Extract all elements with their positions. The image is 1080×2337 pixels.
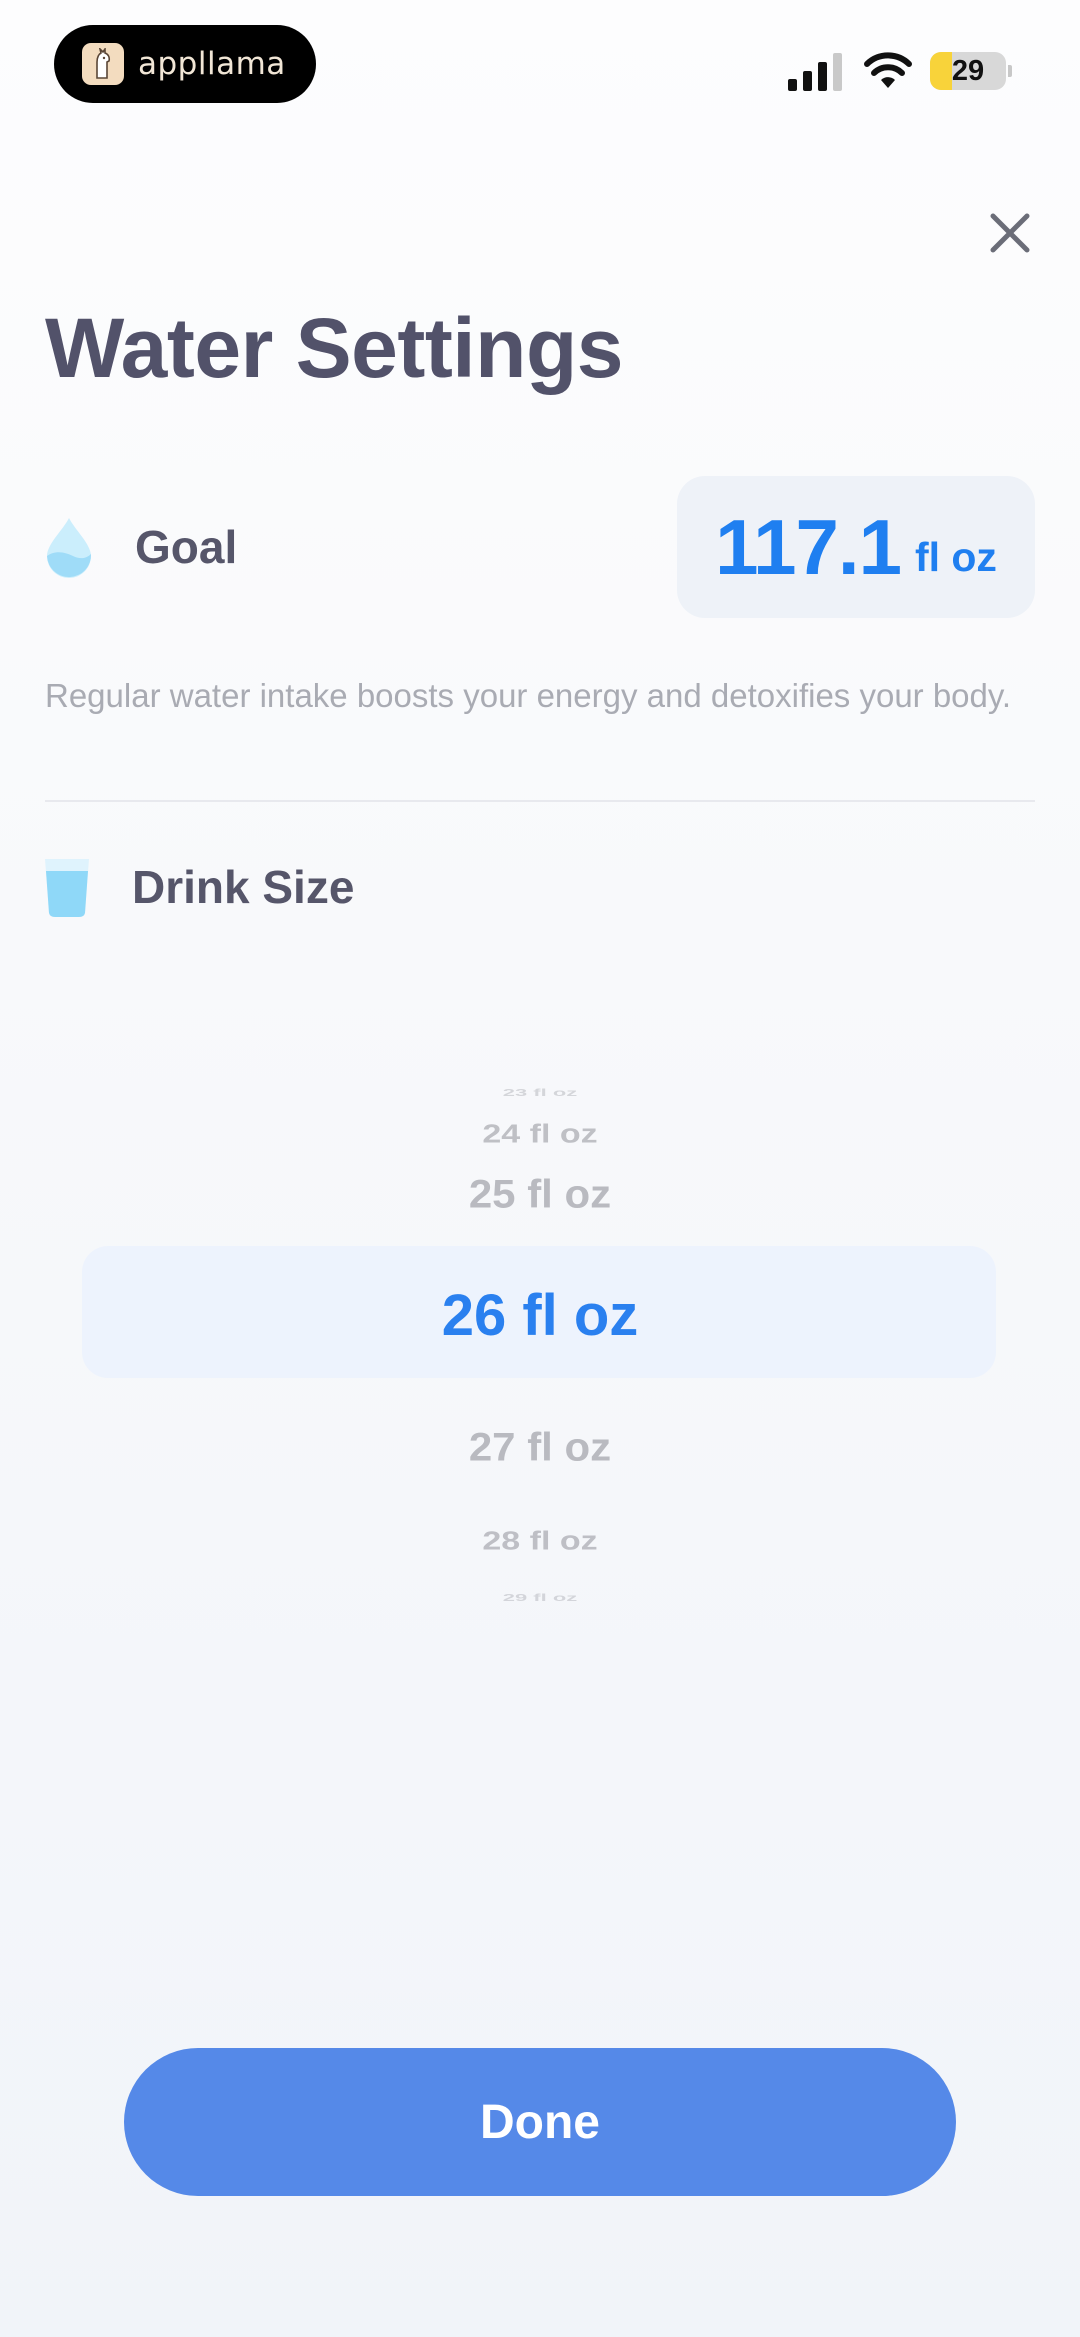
goal-unit: fl oz: [914, 533, 997, 580]
goal-row: Goal 117.1 fl oz: [45, 476, 1035, 620]
goal-label: Goal: [135, 521, 238, 573]
goal-description: Regular water intake boosts your energy …: [45, 677, 1012, 714]
divider: [45, 800, 1035, 802]
close-icon: [990, 213, 1030, 253]
picker-item[interactable]: 28 fl oz: [0, 1527, 1080, 1556]
page-title: Water Settings: [45, 301, 623, 395]
brand-pill: appllama: [54, 25, 316, 103]
llama-logo-icon: [82, 43, 124, 85]
picker-item[interactable]: 25 fl oz: [0, 1171, 1080, 1217]
picker-item[interactable]: 23 fl oz: [0, 1087, 1080, 1099]
close-button[interactable]: [984, 207, 1036, 259]
picker-item[interactable]: 24 fl oz: [0, 1120, 1080, 1149]
drink-size-picker[interactable]: 23 fl oz 24 fl oz 25 fl oz 26 fl oz 27 fl oz…: [0, 1000, 1080, 1620]
status-bar: appllama 29: [0, 0, 1080, 140]
picker-item-selected[interactable]: 26 fl oz: [0, 1282, 1080, 1349]
battery-level: 29: [951, 54, 985, 87]
picker-item[interactable]: 27 fl oz: [0, 1424, 1080, 1470]
water-glass-icon: [45, 859, 89, 917]
battery-icon: 29: [930, 52, 1012, 90]
picker-item[interactable]: 29 fl oz: [0, 1592, 1080, 1604]
water-drop-icon: [47, 518, 92, 578]
goal-value-button[interactable]: 117.1 fl oz: [677, 476, 1035, 618]
brand-name: appllama: [138, 46, 286, 82]
drink-size-row: Drink Size: [45, 855, 1035, 935]
goal-value: 117.1: [715, 502, 902, 591]
done-button[interactable]: Done: [124, 2048, 956, 2196]
drink-size-label: Drink Size: [132, 861, 355, 913]
cellular-signal-icon: [788, 53, 842, 91]
wifi-icon: [864, 52, 912, 88]
